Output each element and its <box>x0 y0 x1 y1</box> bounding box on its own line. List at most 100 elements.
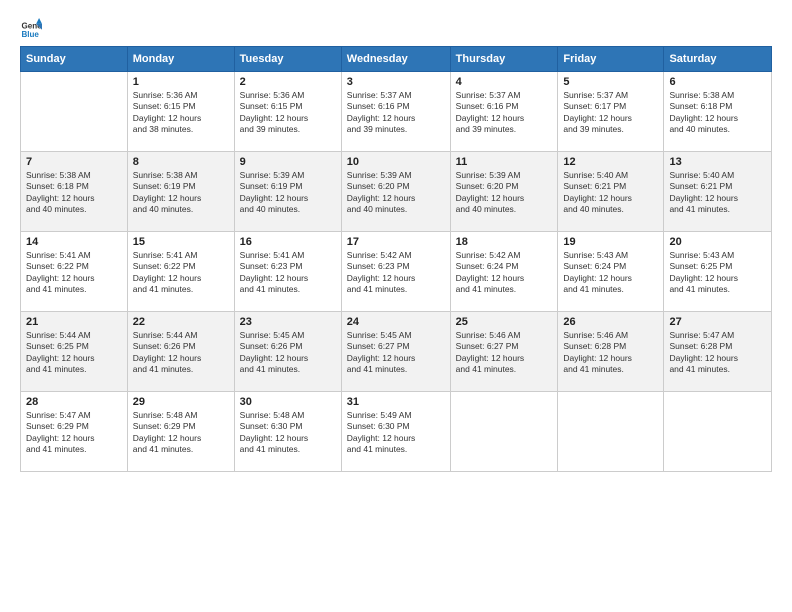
day-info: Sunrise: 5:45 AMSunset: 6:26 PMDaylight:… <box>240 330 336 376</box>
calendar-cell: 18 Sunrise: 5:42 AMSunset: 6:24 PMDayligh… <box>450 232 558 312</box>
calendar-header-thursday: Thursday <box>450 47 558 72</box>
calendar-header-wednesday: Wednesday <box>341 47 450 72</box>
day-number: 15 <box>133 236 229 248</box>
day-info: Sunrise: 5:42 AMSunset: 6:23 PMDaylight:… <box>347 250 445 296</box>
svg-text:Blue: Blue <box>21 30 39 39</box>
day-info: Sunrise: 5:37 AMSunset: 6:17 PMDaylight:… <box>563 90 658 136</box>
day-info: Sunrise: 5:43 AMSunset: 6:24 PMDaylight:… <box>563 250 658 296</box>
day-number: 24 <box>347 316 445 328</box>
logo-icon: General Blue <box>20 18 42 40</box>
day-info: Sunrise: 5:48 AMSunset: 6:30 PMDaylight:… <box>240 410 336 456</box>
calendar-cell: 11 Sunrise: 5:39 AMSunset: 6:20 PMDayligh… <box>450 152 558 232</box>
day-info: Sunrise: 5:44 AMSunset: 6:25 PMDaylight:… <box>26 330 122 376</box>
day-number: 7 <box>26 156 122 168</box>
calendar-week-2: 7 Sunrise: 5:38 AMSunset: 6:18 PMDaylight… <box>21 152 772 232</box>
calendar-cell: 27 Sunrise: 5:47 AMSunset: 6:28 PMDayligh… <box>664 312 772 392</box>
calendar-week-3: 14 Sunrise: 5:41 AMSunset: 6:22 PMDayligh… <box>21 232 772 312</box>
day-info: Sunrise: 5:44 AMSunset: 6:26 PMDaylight:… <box>133 330 229 376</box>
day-number: 2 <box>240 76 336 88</box>
day-number: 10 <box>347 156 445 168</box>
day-info: Sunrise: 5:42 AMSunset: 6:24 PMDaylight:… <box>456 250 553 296</box>
calendar-cell: 14 Sunrise: 5:41 AMSunset: 6:22 PMDayligh… <box>21 232 128 312</box>
calendar-cell: 19 Sunrise: 5:43 AMSunset: 6:24 PMDayligh… <box>558 232 664 312</box>
day-number: 17 <box>347 236 445 248</box>
calendar-cell: 1 Sunrise: 5:36 AMSunset: 6:15 PMDaylight… <box>127 72 234 152</box>
day-info: Sunrise: 5:41 AMSunset: 6:23 PMDaylight:… <box>240 250 336 296</box>
page-header: General Blue <box>20 18 772 40</box>
calendar-cell: 6 Sunrise: 5:38 AMSunset: 6:18 PMDaylight… <box>664 72 772 152</box>
day-number: 23 <box>240 316 336 328</box>
calendar-cell: 31Sunrise: 5:49 AMSunset: 6:30 PMDayligh… <box>341 392 450 472</box>
day-info: Sunrise: 5:40 AMSunset: 6:21 PMDaylight:… <box>563 170 658 216</box>
day-number: 1 <box>133 76 229 88</box>
day-number: 29 <box>133 396 229 408</box>
day-number: 30 <box>240 396 336 408</box>
calendar-cell: 22Sunrise: 5:44 AMSunset: 6:26 PMDayligh… <box>127 312 234 392</box>
day-info: Sunrise: 5:45 AMSunset: 6:27 PMDaylight:… <box>347 330 445 376</box>
calendar-cell: 4 Sunrise: 5:37 AMSunset: 6:16 PMDaylight… <box>450 72 558 152</box>
calendar-cell: 10 Sunrise: 5:39 AMSunset: 6:20 PMDayligh… <box>341 152 450 232</box>
calendar-week-4: 21 Sunrise: 5:44 AMSunset: 6:25 PMDayligh… <box>21 312 772 392</box>
calendar-header-row: SundayMondayTuesdayWednesdayThursdayFrid… <box>21 47 772 72</box>
day-number: 6 <box>669 76 766 88</box>
calendar-header-sunday: Sunday <box>21 47 128 72</box>
day-number: 20 <box>669 236 766 248</box>
day-info: Sunrise: 5:41 AMSunset: 6:22 PMDaylight:… <box>133 250 229 296</box>
day-number: 13 <box>669 156 766 168</box>
calendar-cell: 15 Sunrise: 5:41 AMSunset: 6:22 PMDayligh… <box>127 232 234 312</box>
day-info: Sunrise: 5:37 AMSunset: 6:16 PMDaylight:… <box>347 90 445 136</box>
calendar-cell: 28Sunrise: 5:47 AMSunset: 6:29 PMDayligh… <box>21 392 128 472</box>
day-number: 12 <box>563 156 658 168</box>
day-info: Sunrise: 5:38 AMSunset: 6:18 PMDaylight:… <box>669 90 766 136</box>
calendar-cell: 2Sunrise: 5:36 AMSunset: 6:15 PMDaylight… <box>234 72 341 152</box>
day-number: 11 <box>456 156 553 168</box>
calendar-cell: 23 Sunrise: 5:45 AMSunset: 6:26 PMDayligh… <box>234 312 341 392</box>
day-info: Sunrise: 5:39 AMSunset: 6:20 PMDaylight:… <box>456 170 553 216</box>
calendar-cell: 9Sunrise: 5:39 AMSunset: 6:19 PMDaylight… <box>234 152 341 232</box>
day-number: 8 <box>133 156 229 168</box>
day-info: Sunrise: 5:41 AMSunset: 6:22 PMDaylight:… <box>26 250 122 296</box>
calendar-cell: 7 Sunrise: 5:38 AMSunset: 6:18 PMDaylight… <box>21 152 128 232</box>
day-number: 28 <box>26 396 122 408</box>
day-info: Sunrise: 5:40 AMSunset: 6:21 PMDaylight:… <box>669 170 766 216</box>
calendar-cell: 17 Sunrise: 5:42 AMSunset: 6:23 PMDayligh… <box>341 232 450 312</box>
calendar-cell <box>664 392 772 472</box>
calendar-header-saturday: Saturday <box>664 47 772 72</box>
calendar-cell: 16Sunrise: 5:41 AMSunset: 6:23 PMDayligh… <box>234 232 341 312</box>
day-info: Sunrise: 5:46 AMSunset: 6:28 PMDaylight:… <box>563 330 658 376</box>
day-number: 3 <box>347 76 445 88</box>
day-info: Sunrise: 5:39 AMSunset: 6:19 PMDaylight:… <box>240 170 336 216</box>
day-number: 27 <box>669 316 766 328</box>
day-number: 5 <box>563 76 658 88</box>
day-number: 21 <box>26 316 122 328</box>
day-number: 19 <box>563 236 658 248</box>
day-number: 26 <box>563 316 658 328</box>
day-number: 14 <box>26 236 122 248</box>
calendar-cell: 26 Sunrise: 5:46 AMSunset: 6:28 PMDayligh… <box>558 312 664 392</box>
calendar-cell: 12 Sunrise: 5:40 AMSunset: 6:21 PMDayligh… <box>558 152 664 232</box>
calendar-cell: 13 Sunrise: 5:40 AMSunset: 6:21 PMDayligh… <box>664 152 772 232</box>
calendar-cell: 25Sunrise: 5:46 AMSunset: 6:27 PMDayligh… <box>450 312 558 392</box>
day-info: Sunrise: 5:46 AMSunset: 6:27 PMDaylight:… <box>456 330 553 376</box>
day-info: Sunrise: 5:36 AMSunset: 6:15 PMDaylight:… <box>133 90 229 136</box>
calendar-cell: 24 Sunrise: 5:45 AMSunset: 6:27 PMDayligh… <box>341 312 450 392</box>
calendar-cell: 30 Sunrise: 5:48 AMSunset: 6:30 PMDayligh… <box>234 392 341 472</box>
calendar-cell: 8 Sunrise: 5:38 AMSunset: 6:19 PMDaylight… <box>127 152 234 232</box>
day-number: 18 <box>456 236 553 248</box>
day-info: Sunrise: 5:39 AMSunset: 6:20 PMDaylight:… <box>347 170 445 216</box>
day-number: 4 <box>456 76 553 88</box>
day-info: Sunrise: 5:47 AMSunset: 6:28 PMDaylight:… <box>669 330 766 376</box>
calendar-header-friday: Friday <box>558 47 664 72</box>
calendar-week-5: 28Sunrise: 5:47 AMSunset: 6:29 PMDayligh… <box>21 392 772 472</box>
day-info: Sunrise: 5:38 AMSunset: 6:19 PMDaylight:… <box>133 170 229 216</box>
calendar-cell <box>450 392 558 472</box>
calendar-cell: 5 Sunrise: 5:37 AMSunset: 6:17 PMDaylight… <box>558 72 664 152</box>
day-info: Sunrise: 5:38 AMSunset: 6:18 PMDaylight:… <box>26 170 122 216</box>
day-info: Sunrise: 5:37 AMSunset: 6:16 PMDaylight:… <box>456 90 553 136</box>
day-info: Sunrise: 5:49 AMSunset: 6:30 PMDaylight:… <box>347 410 445 456</box>
calendar-cell: 29Sunrise: 5:48 AMSunset: 6:29 PMDayligh… <box>127 392 234 472</box>
calendar-header-tuesday: Tuesday <box>234 47 341 72</box>
day-info: Sunrise: 5:43 AMSunset: 6:25 PMDaylight:… <box>669 250 766 296</box>
calendar-cell <box>21 72 128 152</box>
calendar-week-1: 1 Sunrise: 5:36 AMSunset: 6:15 PMDaylight… <box>21 72 772 152</box>
